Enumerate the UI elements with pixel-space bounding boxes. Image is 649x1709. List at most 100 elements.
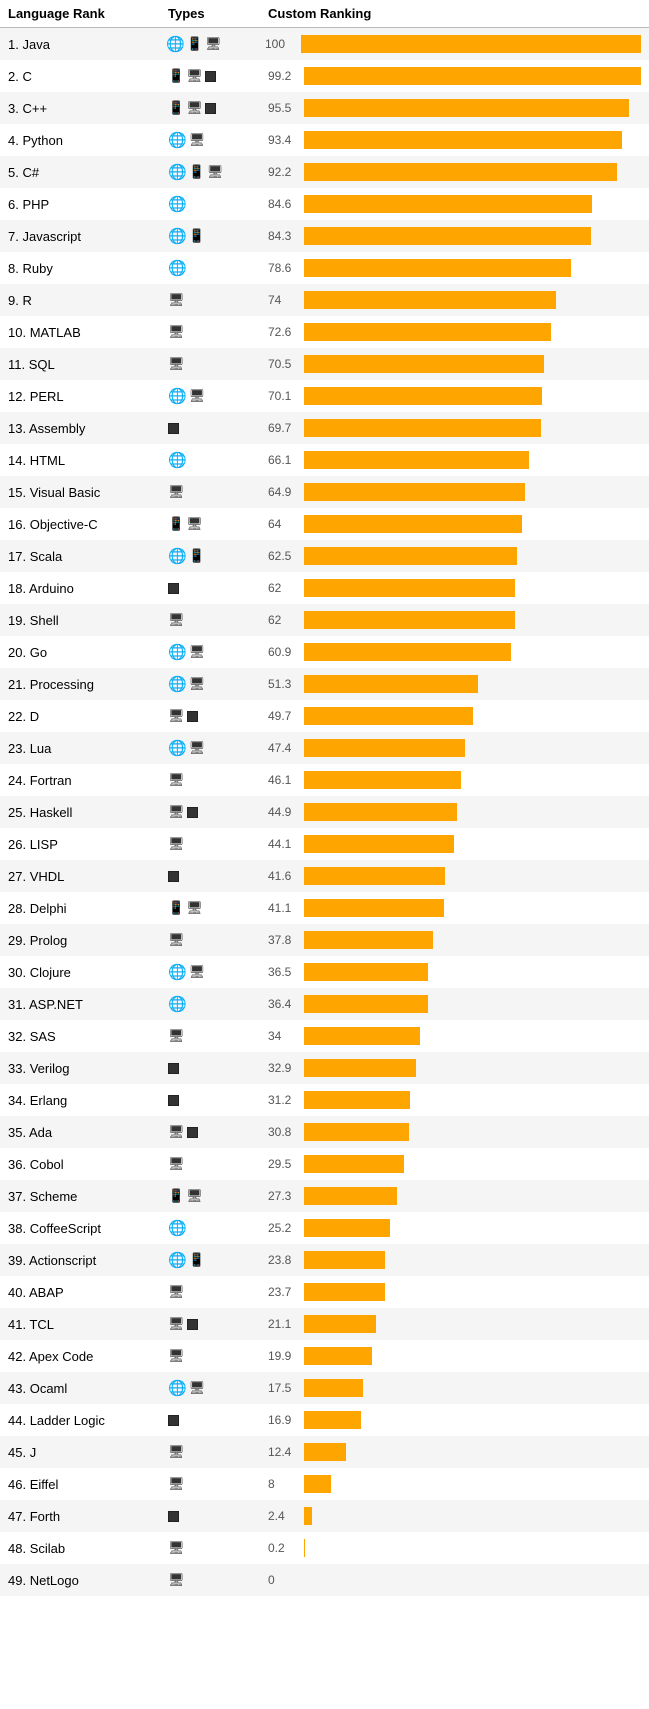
table-row: 28. Delphi 📱 🖥 41.1: [0, 892, 649, 924]
bar-value: 21.1: [268, 1317, 300, 1331]
rank-label: 27. VHDL: [8, 869, 168, 884]
rank-label: 39. Actionscript: [8, 1253, 168, 1268]
ranking-bar-container: 74: [268, 291, 641, 309]
table-row: 17. Scala 🌐 📱 62.5: [0, 540, 649, 572]
ranking-bar-container: 21.1: [268, 1315, 641, 1333]
bar-value: 8: [268, 1477, 300, 1491]
desktop-icon: 🖥: [168, 1316, 185, 1332]
desktop-icon: 🖥: [186, 516, 203, 532]
embedded-icon: [187, 807, 198, 818]
mobile-icon: 📱: [189, 228, 205, 244]
bar: [304, 1315, 376, 1333]
bar-value: 19.9: [268, 1349, 300, 1363]
bar: [304, 1443, 346, 1461]
language-name: C#: [22, 165, 39, 180]
rank-number: 16.: [8, 517, 26, 532]
rank-number: 6.: [8, 197, 19, 212]
type-icons: 🖥: [168, 356, 268, 372]
ranking-bar-container: 84.6: [268, 195, 641, 213]
desktop-icon: 🖥: [168, 1540, 185, 1556]
type-icons: 🌐 🖥: [168, 739, 268, 757]
table-row: 7. Javascript 🌐 📱 84.3: [0, 220, 649, 252]
table-row: 22. D 🖥 49.7: [0, 700, 649, 732]
type-icons: 🌐 🖥: [168, 1379, 268, 1397]
rank-number: 29.: [8, 933, 26, 948]
language-name: LISP: [30, 837, 58, 852]
type-icons: 🌐 📱 🖥: [168, 163, 268, 181]
type-icons: 📱 🖥: [168, 900, 268, 916]
rank-number: 28.: [8, 901, 26, 916]
type-icons: 📱 🖥: [168, 516, 268, 532]
language-name: Scheme: [30, 1189, 78, 1204]
bar: [304, 1059, 416, 1077]
desktop-icon: 🖥: [189, 132, 206, 148]
language-name: Go: [30, 645, 47, 660]
rank-number: 19.: [8, 613, 26, 628]
rank-label: 2. C: [8, 69, 168, 84]
rank-number: 32.: [8, 1029, 26, 1044]
ranking-bar-container: 8: [268, 1475, 641, 1493]
mobile-icon: 📱: [168, 516, 184, 532]
language-name: ABAP: [29, 1285, 64, 1300]
rank-label: 33. Verilog: [8, 1061, 168, 1076]
bar: [304, 1411, 361, 1429]
type-icons: 🖥: [168, 292, 268, 308]
type-icons: 🖥: [168, 1316, 268, 1332]
rows-container: 1. Java 🌐 📱 🖥 100 2. C 📱 🖥 99.2 3. C++ 📱: [0, 28, 649, 1596]
table-row: 42. Apex Code 🖥 19.9: [0, 1340, 649, 1372]
table-row: 49. NetLogo 🖥 0: [0, 1564, 649, 1596]
language-name: TCL: [29, 1317, 54, 1332]
rank-label: 42. Apex Code: [8, 1349, 168, 1364]
table-row: 2. C 📱 🖥 99.2: [0, 60, 649, 92]
ranking-bar-container: 66.1: [268, 451, 641, 469]
bar-value: 60.9: [268, 645, 300, 659]
bar-value: 72.6: [268, 325, 300, 339]
table-row: 6. PHP 🌐 84.6: [0, 188, 649, 220]
ranking-bar-container: 93.4: [268, 131, 641, 149]
rank-number: 20.: [8, 645, 26, 660]
table-row: 21. Processing 🌐 🖥 51.3: [0, 668, 649, 700]
bar: [304, 867, 445, 885]
web-icon: 🌐: [168, 1251, 187, 1269]
rank-number: 8.: [8, 261, 19, 276]
language-name: Actionscript: [29, 1253, 96, 1268]
type-icons: 🌐: [168, 259, 268, 277]
mobile-icon: 📱: [168, 1188, 184, 1204]
bar-value: 30.8: [268, 1125, 300, 1139]
type-icons: 🖥: [168, 1028, 268, 1044]
ranking-bar-container: 41.6: [268, 867, 641, 885]
rank-label: 11. SQL: [8, 357, 168, 372]
type-icons: 🌐 🖥: [168, 963, 268, 981]
type-icons: 🖥: [168, 1476, 268, 1492]
table-row: 23. Lua 🌐 🖥 47.4: [0, 732, 649, 764]
rank-label: 38. CoffeeScript: [8, 1221, 168, 1236]
type-icons: 🖥: [168, 612, 268, 628]
ranking-bar-container: 34: [268, 1027, 641, 1045]
type-icons: [168, 423, 268, 434]
language-name: Java: [22, 37, 49, 52]
language-name: Prolog: [30, 933, 68, 948]
rank-number: 43.: [8, 1381, 26, 1396]
embedded-icon: [168, 871, 179, 882]
desktop-icon: 🖥: [168, 1284, 185, 1300]
type-icons: [168, 1511, 268, 1522]
rank-label: 9. R: [8, 293, 168, 308]
table-row: 24. Fortran 🖥 46.1: [0, 764, 649, 796]
embedded-icon: [168, 1063, 179, 1074]
bar-value: 46.1: [268, 773, 300, 787]
rank-label: 32. SAS: [8, 1029, 168, 1044]
table-row: 32. SAS 🖥 34: [0, 1020, 649, 1052]
language-name: Objective-C: [30, 517, 98, 532]
bar-value: 51.3: [268, 677, 300, 691]
table-row: 44. Ladder Logic 16.9: [0, 1404, 649, 1436]
bar: [304, 579, 515, 597]
ranking-bar-container: 37.8: [268, 931, 641, 949]
ranking-bar-container: 69.7: [268, 419, 641, 437]
language-name: ASP.NET: [29, 997, 83, 1012]
rank-number: 41.: [8, 1317, 26, 1332]
table-row: 15. Visual Basic 🖥 64.9: [0, 476, 649, 508]
web-icon: 🌐: [166, 35, 185, 53]
desktop-icon: 🖥: [168, 356, 185, 372]
table-row: 13. Assembly 69.7: [0, 412, 649, 444]
table-row: 19. Shell 🖥 62: [0, 604, 649, 636]
